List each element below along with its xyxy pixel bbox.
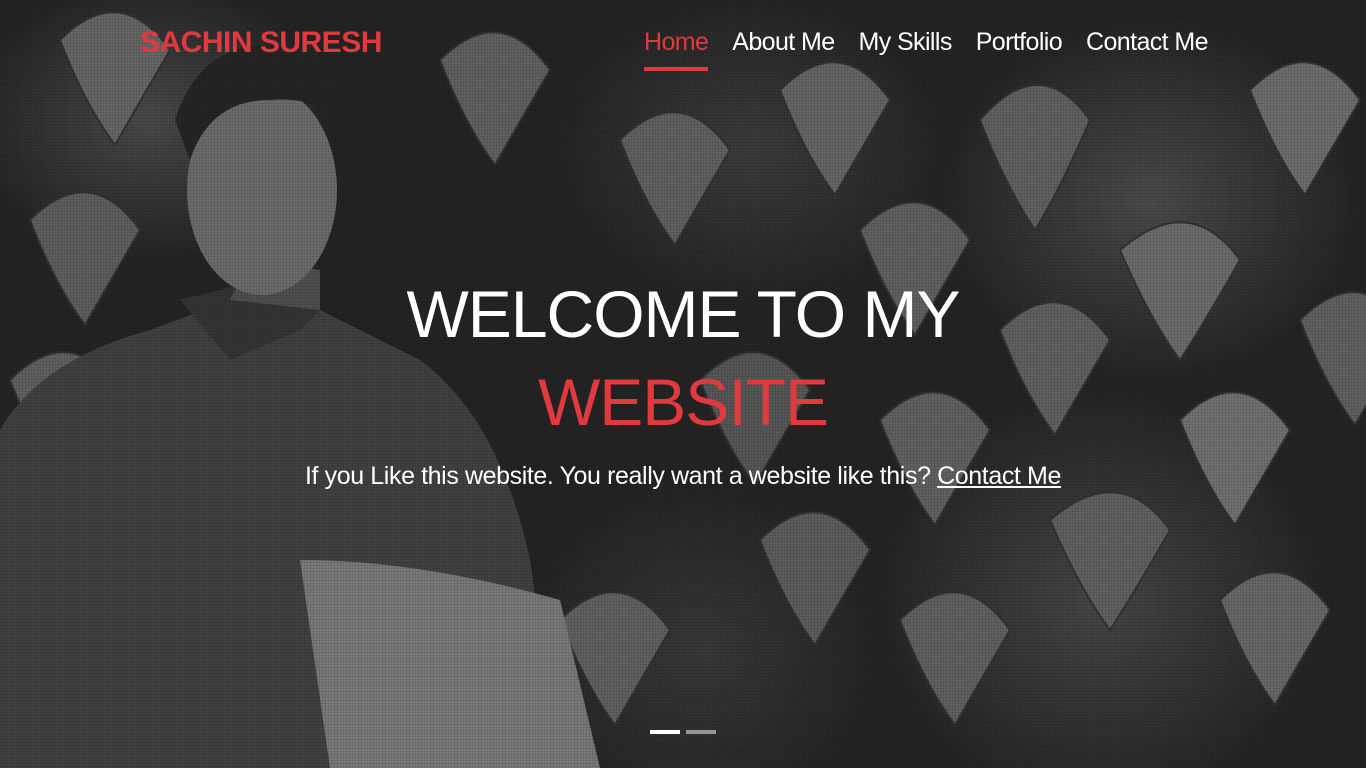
carousel-indicator-2[interactable] (686, 730, 716, 734)
hero-section: SACHIN SURESH Home About Me My Skills Po… (0, 0, 1366, 768)
hero-headline: WELCOME TO MY WEBSITE (0, 270, 1366, 446)
top-navbar: SACHIN SURESH Home About Me My Skills Po… (0, 0, 1366, 90)
brand-logo[interactable]: SACHIN SURESH (140, 26, 382, 60)
carousel-indicator-1[interactable] (650, 730, 680, 734)
nav-item-my-skills[interactable]: My Skills (859, 28, 953, 71)
hero-tagline: If you Like this website. You really wan… (0, 462, 1366, 491)
hero-headline-accent: WEBSITE (537, 365, 829, 439)
hero-headline-line1: WELCOME TO MY (406, 277, 961, 351)
nav-item-contact-me[interactable]: Contact Me (1086, 28, 1208, 71)
hero-contact-link[interactable]: Contact Me (937, 462, 1061, 490)
hero-content: WELCOME TO MY WEBSITE If you Like this w… (0, 270, 1366, 491)
carousel-indicators (650, 730, 716, 734)
nav-item-home[interactable]: Home (644, 28, 709, 71)
hero-tagline-text: If you Like this website. You really wan… (305, 462, 938, 490)
nav-item-about-me[interactable]: About Me (732, 28, 835, 71)
nav-item-portfolio[interactable]: Portfolio (976, 28, 1063, 71)
nav-menu: Home About Me My Skills Portfolio Contac… (644, 28, 1208, 71)
